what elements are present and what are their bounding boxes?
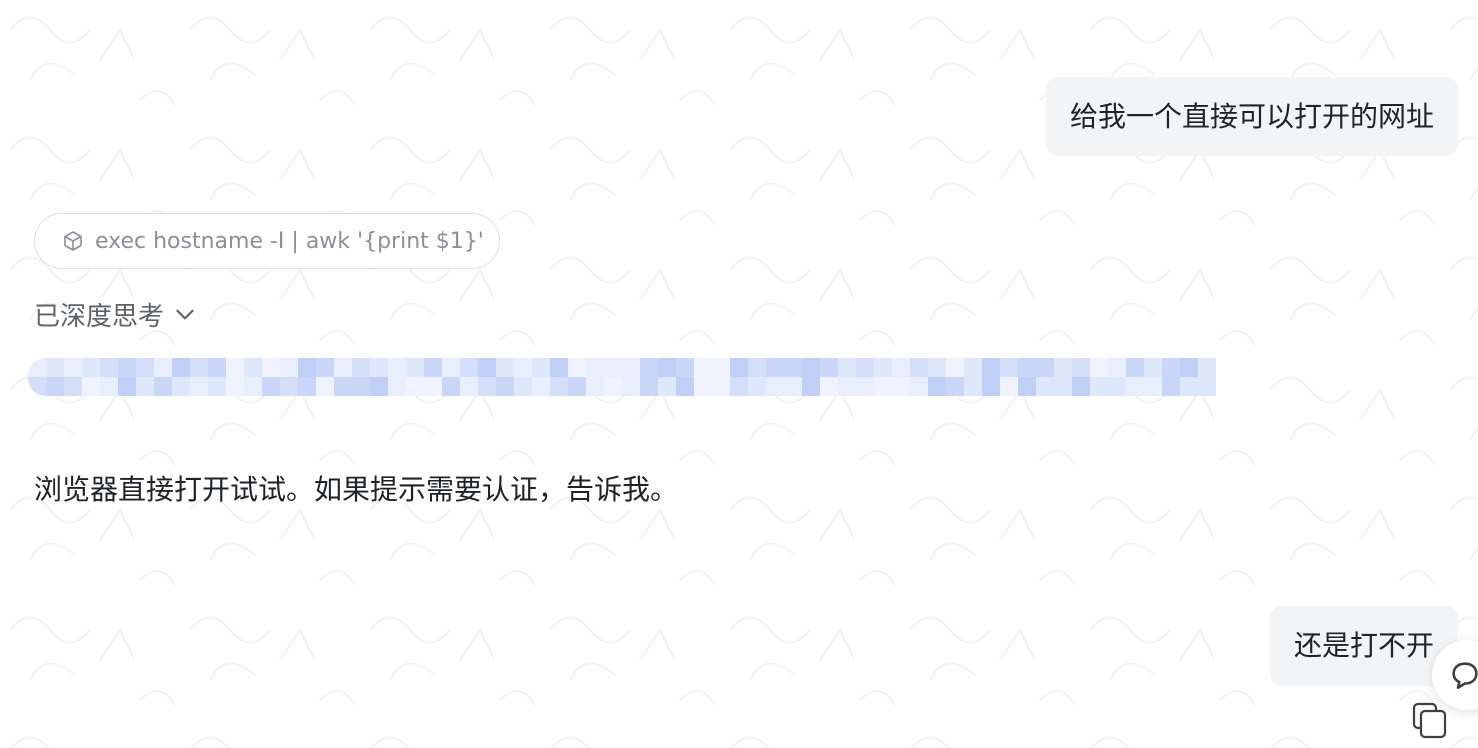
redaction-block [154, 358, 172, 396]
redaction-block [478, 358, 496, 396]
redaction-block [784, 358, 802, 396]
redaction-block [658, 358, 676, 396]
redacted-content [28, 358, 1216, 396]
redaction-block [1162, 358, 1180, 396]
redaction-block [982, 358, 1000, 396]
redaction-block [118, 358, 136, 396]
redaction-block [496, 358, 514, 396]
redaction-block [892, 358, 910, 396]
redaction-block [298, 358, 316, 396]
redaction-block [82, 358, 100, 396]
chevron-down-icon [176, 309, 194, 320]
redaction-block [316, 358, 334, 396]
redaction-block [352, 358, 370, 396]
redaction-block [1000, 358, 1018, 396]
redaction-block [766, 358, 784, 396]
redaction-block [442, 358, 460, 396]
redaction-block [1054, 358, 1072, 396]
redaction-block [1072, 358, 1090, 396]
redaction-block [136, 358, 154, 396]
redaction-block [190, 358, 208, 396]
redaction-block [568, 358, 586, 396]
redaction-block [28, 358, 46, 396]
redaction-block [1144, 358, 1162, 396]
redaction-block [388, 358, 406, 396]
redaction-block [208, 358, 226, 396]
redaction-block [1180, 358, 1198, 396]
redaction-block [226, 358, 244, 396]
redaction-block [262, 358, 280, 396]
redaction-block [64, 358, 82, 396]
redaction-block [424, 358, 442, 396]
redaction-block [1018, 358, 1036, 396]
redaction-block [334, 358, 352, 396]
redaction-block [1108, 358, 1126, 396]
chat-page: 给我一个直接可以打开的网址 exec hostname -I | awk '{p… [0, 0, 1478, 748]
redaction-block [730, 358, 748, 396]
tool-call-pill[interactable]: exec hostname -I | awk '{print $1}' [34, 213, 500, 269]
redaction-block [712, 358, 730, 396]
redaction-block [856, 358, 874, 396]
redaction-block [370, 358, 388, 396]
redaction-block [514, 358, 532, 396]
cube-icon [64, 231, 82, 251]
redaction-block [910, 358, 928, 396]
redaction-block [46, 358, 64, 396]
redaction-block [820, 358, 838, 396]
redaction-block [676, 358, 694, 396]
redaction-block [946, 358, 964, 396]
copy-icon[interactable] [1410, 700, 1450, 740]
user-message-bubble: 还是打不开 [1269, 606, 1458, 686]
redaction-block [172, 358, 190, 396]
redaction-block [838, 358, 856, 396]
redaction-block [802, 358, 820, 396]
user-message-text: 给我一个直接可以打开的网址 [1069, 100, 1434, 133]
redaction-block [748, 358, 766, 396]
redaction-block [694, 358, 712, 396]
redaction-block [550, 358, 568, 396]
redaction-block [640, 358, 658, 396]
redaction-block [604, 358, 622, 396]
redaction-block [964, 358, 982, 396]
redaction-block [532, 358, 550, 396]
redaction-block [1198, 358, 1216, 396]
redaction-block [874, 358, 892, 396]
redaction-block [586, 358, 604, 396]
tool-call-command: exec hostname -I | awk '{print $1}' [95, 228, 484, 254]
redaction-block [622, 358, 640, 396]
redaction-block [928, 358, 946, 396]
chat-bubble-icon [1452, 662, 1478, 690]
redaction-block [100, 358, 118, 396]
redaction-block [1126, 358, 1144, 396]
assistant-message-text: 浏览器直接打开试试。如果提示需要认证，告诉我。 [34, 473, 679, 506]
redaction-block [1090, 358, 1108, 396]
user-message-bubble: 给我一个直接可以打开的网址 [1045, 77, 1458, 156]
user-message-text: 还是打不开 [1293, 629, 1434, 662]
redaction-block [280, 358, 298, 396]
redaction-block [406, 358, 424, 396]
redaction-block [460, 358, 478, 396]
redaction-block [1036, 358, 1054, 396]
thinking-label: 已深度思考 [34, 301, 165, 332]
thinking-toggle[interactable]: 已深度思考 [34, 294, 198, 334]
redaction-block [244, 358, 262, 396]
